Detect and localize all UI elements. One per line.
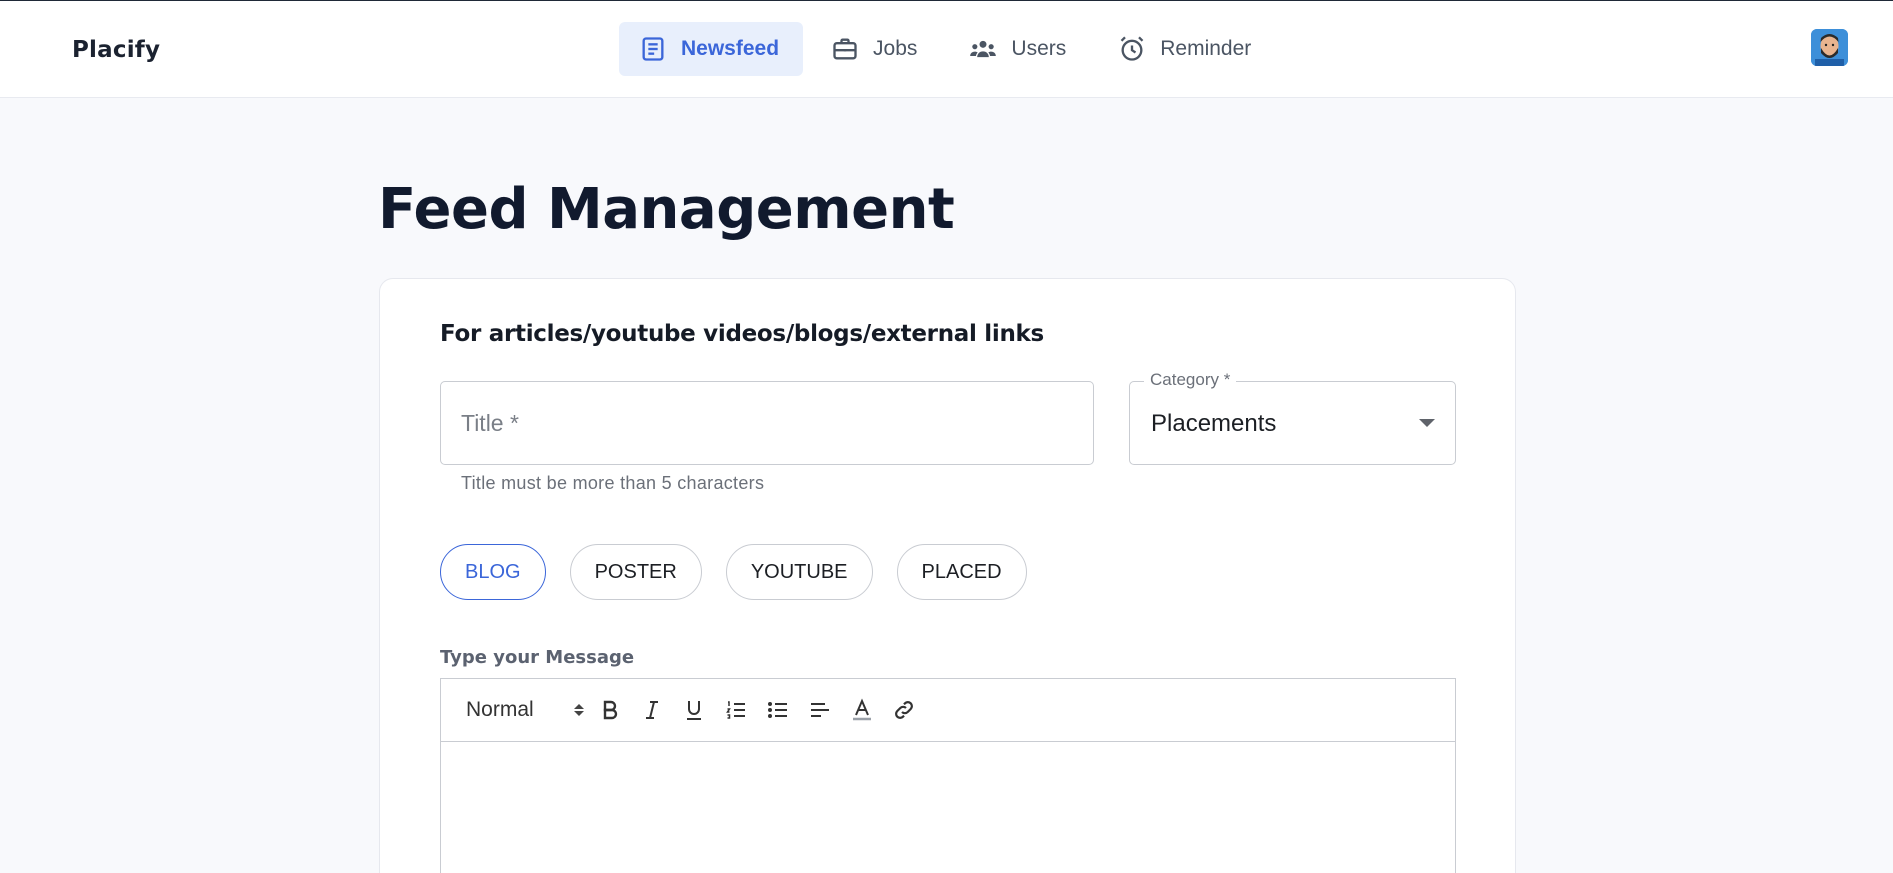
nav-item-newsfeed[interactable]: Newsfeed — [619, 22, 804, 76]
title-helper-text: Title must be more than 5 characters — [461, 473, 765, 493]
link-button[interactable] — [890, 695, 918, 725]
user-avatar[interactable] — [1811, 29, 1848, 66]
chip-youtube[interactable]: YOUTUBE — [725, 544, 873, 600]
brand-logo[interactable]: Placify — [72, 37, 160, 63]
chip-placed[interactable]: PLACED — [896, 544, 1027, 600]
avatar-icon — [1811, 29, 1848, 66]
category-label: Category * — [1144, 370, 1237, 390]
align-left-button[interactable] — [806, 695, 834, 725]
briefcase-icon — [833, 38, 857, 60]
alarm-clock-icon — [1120, 36, 1144, 61]
bullet-list-button[interactable] — [764, 695, 792, 725]
feed-form-card: For articles/youtube videos/blogs/extern… — [379, 278, 1516, 873]
category-value: Placements — [1151, 410, 1277, 437]
italic-icon — [646, 701, 658, 719]
newsfeed-icon — [642, 37, 664, 61]
link-icon — [895, 701, 913, 719]
main-nav: Newsfeed Jobs Users Reminder — [619, 22, 1283, 76]
editor-content-area[interactable] — [441, 742, 1455, 873]
nav-item-reminder[interactable]: Reminder — [1098, 22, 1275, 76]
rich-text-editor: Normal — [440, 678, 1456, 873]
ordered-list-icon — [726, 701, 745, 719]
underline-button[interactable] — [680, 695, 708, 725]
editor-toolbar: Normal — [441, 679, 1455, 742]
up-down-arrow-icon — [574, 704, 584, 716]
dropdown-arrow-icon — [1419, 419, 1435, 427]
text-color-button[interactable] — [848, 695, 876, 725]
top-navigation-bar: Placify Newsfeed Jobs Users Reminder — [0, 1, 1893, 98]
nav-item-jobs[interactable]: Jobs — [811, 22, 941, 76]
nav-item-label: Newsfeed — [681, 37, 780, 60]
underline-icon — [687, 701, 701, 720]
nav-item-label: Reminder — [1160, 37, 1252, 60]
title-input[interactable] — [441, 382, 1093, 464]
bullet-list-icon — [768, 702, 787, 718]
nav-item-label: Users — [1011, 37, 1067, 60]
form-heading: For articles/youtube videos/blogs/extern… — [440, 321, 1044, 347]
page-title: Feed Management — [378, 177, 955, 242]
italic-button[interactable] — [638, 695, 666, 725]
editor-label: Type your Message — [440, 647, 635, 668]
align-left-icon — [811, 703, 829, 717]
nav-item-label: Jobs — [873, 37, 918, 60]
format-select[interactable]: Normal — [466, 693, 596, 727]
format-select-value: Normal — [466, 698, 534, 721]
title-field[interactable] — [440, 381, 1094, 465]
bold-icon — [603, 700, 618, 720]
post-type-chips: BLOG POSTER YOUTUBE PLACED — [440, 544, 1051, 600]
text-color-icon — [853, 698, 871, 721]
chip-poster[interactable]: POSTER — [569, 544, 702, 600]
users-icon — [970, 40, 997, 58]
category-select[interactable]: Category * Placements — [1129, 370, 1456, 465]
ordered-list-button[interactable] — [722, 695, 750, 725]
chip-blog[interactable]: BLOG — [440, 544, 546, 600]
bold-button[interactable] — [596, 695, 624, 725]
nav-item-users[interactable]: Users — [949, 22, 1090, 76]
